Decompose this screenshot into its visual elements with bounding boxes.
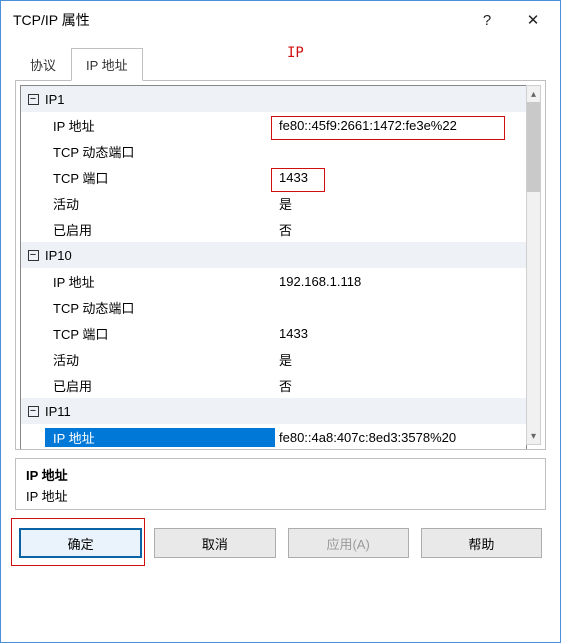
prop-label: TCP 动态端口 — [45, 142, 275, 161]
group-header[interactable]: − IP1 — [21, 86, 526, 112]
description-title: IP 地址 — [26, 465, 535, 484]
prop-label: TCP 动态端口 — [45, 298, 275, 317]
collapse-icon[interactable]: − — [28, 250, 39, 261]
group-name: IP11 — [45, 404, 275, 419]
tab-protocol[interactable]: 协议 — [15, 48, 71, 81]
prop-value[interactable]: 是 — [275, 194, 526, 213]
prop-label: TCP 端口 — [45, 168, 275, 187]
close-button[interactable]: ✕ — [510, 1, 556, 39]
vertical-scrollbar[interactable]: ▴ ▾ — [526, 85, 541, 445]
grid-inner: − IP1 IP 地址 fe80::45f9:2661:1472:fe3e%22 — [20, 85, 527, 449]
title-bar: TCP/IP 属性 ? ✕ — [1, 1, 560, 39]
prop-value[interactable]: 否 — [275, 220, 526, 239]
dialog-window: TCP/IP 属性 ? ✕ 协议 IP 地址 IP − IP1 IP 地址 — [0, 0, 561, 643]
prop-value[interactable]: 是 — [275, 350, 526, 369]
collapse-icon[interactable]: − — [28, 94, 39, 105]
cancel-button[interactable]: 取消 — [154, 528, 275, 558]
help-button[interactable]: ? — [464, 1, 510, 39]
help-button-bottom[interactable]: 帮助 — [421, 528, 542, 558]
prop-value[interactable]: 192.168.1.118 — [275, 274, 526, 289]
prop-value[interactable]: fe80::4a8:407c:8ed3:3578%20 — [275, 430, 526, 445]
prop-row[interactable]: IP 地址 192.168.1.118 — [21, 268, 526, 294]
scroll-track[interactable] — [527, 102, 540, 428]
tab-ip[interactable]: IP 地址 — [71, 48, 143, 81]
description-text: IP 地址 — [26, 486, 535, 505]
dialog-content: 协议 IP 地址 IP − IP1 IP 地址 fe80::45f9:2661:… — [1, 39, 560, 642]
prop-label: 活动 — [45, 350, 275, 369]
prop-label: IP 地址 — [45, 272, 275, 291]
prop-value[interactable]: 否 — [275, 376, 526, 395]
group-header[interactable]: − IP11 — [21, 398, 526, 424]
prop-row[interactable]: TCP 动态端口 — [21, 294, 526, 320]
prop-row[interactable]: 活动 是 — [21, 346, 526, 372]
prop-label: IP 地址 — [45, 428, 275, 447]
prop-row[interactable]: IP 地址 fe80::4a8:407c:8ed3:3578%20 — [21, 424, 526, 449]
prop-row[interactable]: TCP 动态端口 — [21, 138, 526, 164]
window-title: TCP/IP 属性 — [13, 10, 464, 30]
collapse-icon[interactable]: − — [28, 406, 39, 417]
scroll-down-icon[interactable]: ▾ — [527, 428, 540, 444]
property-grid: − IP1 IP 地址 fe80::45f9:2661:1472:fe3e%22 — [15, 80, 546, 450]
prop-row[interactable]: IP 地址 fe80::45f9:2661:1472:fe3e%22 — [21, 112, 526, 138]
apply-button[interactable]: 应用(A) — [288, 528, 409, 558]
prop-label: IP 地址 — [45, 116, 275, 135]
prop-label: TCP 端口 — [45, 324, 275, 343]
prop-label: 已启用 — [45, 376, 275, 395]
scroll-thumb[interactable] — [527, 102, 540, 192]
prop-value[interactable]: 1433 — [275, 326, 526, 341]
prop-row[interactable]: 已启用 否 — [21, 216, 526, 242]
group-name: IP10 — [45, 248, 275, 263]
tab-strip: 协议 IP 地址 — [15, 47, 546, 80]
ok-button[interactable]: 确定 — [19, 528, 142, 558]
scroll-up-icon[interactable]: ▴ — [527, 86, 540, 102]
prop-label: 已启用 — [45, 220, 275, 239]
prop-value[interactable]: fe80::45f9:2661:1472:fe3e%22 — [275, 118, 526, 133]
prop-row[interactable]: 已启用 否 — [21, 372, 526, 398]
prop-row[interactable]: TCP 端口 1433 — [21, 164, 526, 190]
prop-label: 活动 — [45, 194, 275, 213]
description-panel: IP 地址 IP 地址 — [15, 458, 546, 510]
group-header[interactable]: − IP10 — [21, 242, 526, 268]
prop-row[interactable]: 活动 是 — [21, 190, 526, 216]
group-name: IP1 — [45, 92, 275, 107]
prop-value[interactable]: 1433 — [275, 170, 526, 185]
prop-row[interactable]: TCP 端口 1433 — [21, 320, 526, 346]
button-row: 确定 取消 应用(A) 帮助 — [15, 528, 546, 558]
